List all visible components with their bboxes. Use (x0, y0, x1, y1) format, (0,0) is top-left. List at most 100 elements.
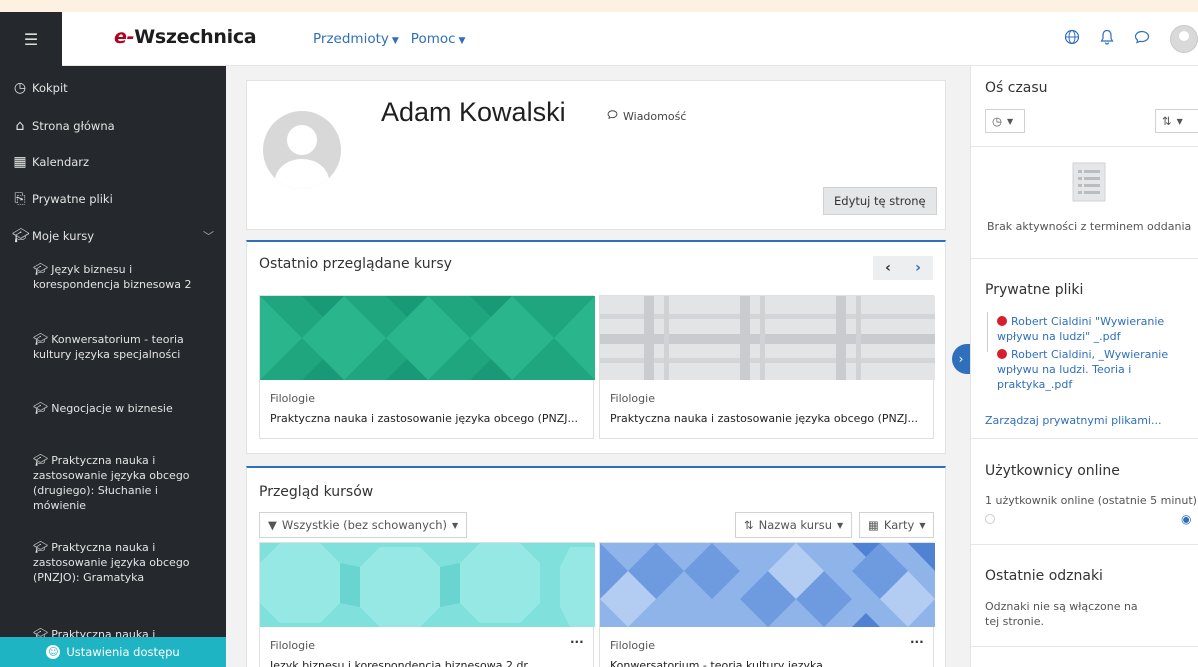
private-files-title: Prywatne pliki (985, 282, 1084, 298)
navbar: ☰ e-Wszechnica Przedmioty ▼ Pomoc ▼ (0, 12, 1198, 66)
course-name: Praktyczna nauka i zastosowanie języka o… (610, 412, 919, 425)
more-options-icon[interactable]: ··· (570, 635, 584, 649)
site-logo[interactable]: e-Wszechnica (114, 26, 257, 48)
menu-subjects[interactable]: Przedmioty ▼ (313, 31, 399, 47)
online-users-text: 1 użytkownik online (ostatnie 5 minut) (985, 494, 1197, 507)
recent-courses-title: Ostatnio przeglądane kursy (259, 256, 452, 272)
gauge-icon: ◷ (13, 80, 27, 96)
nav-dashboard[interactable]: ◷ Kokpit (12, 80, 68, 96)
message-link[interactable]: Wiadomość (607, 109, 686, 123)
course-image (260, 296, 595, 380)
navbar-icons (1064, 25, 1198, 53)
home-icon: ⌂ (15, 118, 25, 134)
sort-icon: ⇅ (1162, 114, 1172, 128)
profile-card: Adam Kowalski Wiadomość Edytuj tę stronę (246, 80, 946, 230)
online-users-title: Użytkownicy online (985, 463, 1120, 479)
divider (971, 646, 1198, 647)
course-overview-title: Przegląd kursów (259, 484, 374, 500)
overview-course-tile-1[interactable]: Filologie ··· Język biznesu i koresponde… (259, 542, 595, 667)
timeline-empty-text: Brak aktywności z terminem oddania (987, 220, 1192, 233)
timeline-title: Oś czasu (985, 80, 1048, 96)
next-arrow-icon[interactable]: › (903, 256, 933, 280)
sort-icon: ⇅ (744, 518, 754, 532)
caret-down-icon: ▼ (391, 36, 399, 46)
sort-dropdown[interactable]: ⇅ Nazwa kursu ▼ (735, 512, 853, 538)
caret-down-icon: ▼ (919, 520, 926, 530)
grid-icon: ▦ (868, 518, 879, 532)
menu-toggle-button[interactable]: ☰ (0, 12, 62, 66)
course-category: Filologie (610, 639, 655, 652)
clock-icon: ◷ (992, 114, 1003, 128)
pdf-file-icon (997, 349, 1007, 359)
chat-bubble-icon (607, 109, 618, 123)
graduation-cap-icon: 🎓︎ (33, 332, 49, 346)
drawer-course-3[interactable]: 🎓︎ Negocjacje w biznesie (33, 401, 213, 416)
overview-course-tile-2[interactable]: Filologie ··· Konwersatorium - teoria ku… (599, 542, 935, 667)
course-category: Filologie (610, 392, 655, 405)
accessibility-settings-button[interactable]: ☺ Ustawienia dostępu (0, 637, 226, 667)
recent-badges-text: Odznaki nie są włączone na tej stronie. (985, 600, 1138, 628)
language-globe-icon[interactable] (1064, 29, 1080, 49)
caret-down-icon: ▼ (452, 520, 459, 530)
nav-calendar[interactable]: ▦ Kalendarz (12, 154, 89, 170)
nav-home[interactable]: ⌂ Strona główna (12, 118, 115, 134)
manage-private-files-link[interactable]: Zarządzaj prywatnymi plikami... (985, 413, 1161, 428)
divider (971, 146, 1198, 147)
course-image (600, 296, 935, 380)
hamburger-icon: ☰ (23, 29, 39, 49)
menu-help[interactable]: Pomoc ▼ (411, 31, 466, 47)
eye-icon[interactable]: ◉ (1181, 512, 1191, 526)
recent-course-tile-1[interactable]: Filologie Praktyczna nauka i zastosowani… (259, 295, 595, 439)
more-options-icon[interactable]: ··· (910, 635, 924, 649)
caret-down-icon: ▼ (1007, 116, 1014, 126)
private-file-1[interactable]: Robert Cialdini "Wywieranie wpływu na lu… (997, 314, 1197, 344)
right-drawer: Oś czasu ◷ ▼ ⇅ ▼ Brak aktywności z termine… (970, 66, 1198, 667)
files-icon: ⎘ (14, 191, 26, 207)
grouping-filter-dropdown[interactable]: ▼ Wszystkie (bez schowanych) ▼ (259, 512, 468, 538)
drawer-course-4[interactable]: 🎓︎ Praktyczna nauka i zastosowanie języka… (33, 453, 213, 513)
course-name: Praktyczna nauka i zastosowanie języka o… (270, 412, 579, 425)
drawer-course-1[interactable]: 🎓︎ Język biznesu i korespondencja bizneso… (33, 262, 213, 292)
divider (971, 258, 1198, 259)
caret-down-icon: ▼ (1176, 116, 1183, 126)
right-drawer-toggle[interactable]: › (952, 344, 970, 374)
tree-line (987, 312, 993, 352)
empty-document-icon (1072, 162, 1106, 205)
course-image (260, 543, 595, 627)
drawer-course-5[interactable]: 🎓︎ Praktyczna nauka i zastosowanie języka… (33, 540, 213, 585)
nav-my-courses[interactable]: 🎓︎ Moje kursy (12, 228, 94, 244)
divider (971, 438, 1198, 439)
prev-arrow-icon[interactable]: ‹ (873, 256, 903, 280)
graduation-cap-icon: 🎓︎ (12, 228, 30, 244)
course-overview-card: Przegląd kursów ▼ Wszystkie (bez schowany… (246, 466, 946, 667)
chevron-right-icon: › (958, 352, 964, 366)
online-user-avatar-icon[interactable] (985, 514, 995, 524)
recent-courses-card: Ostatnio przeglądane kursy ‹ › Filologie… (246, 240, 946, 454)
timeline-sort-filter[interactable]: ⇅ ▼ (1155, 109, 1198, 133)
edit-page-button[interactable]: Edytuj tę stronę (823, 187, 937, 215)
top-strip (0, 0, 1198, 12)
timeline-date-filter[interactable]: ◷ ▼ (985, 109, 1025, 133)
accessibility-icon: ☺ (46, 645, 61, 659)
chat-bubble-icon[interactable] (1134, 29, 1150, 49)
bell-icon[interactable] (1100, 29, 1114, 49)
graduation-cap-icon: 🎓︎ (33, 540, 49, 554)
left-drawer: ◷ Kokpit ⌂ Strona główna ▦ Kalendarz ⎘ Prywa… (0, 66, 226, 667)
profile-avatar (263, 111, 341, 189)
course-category: Filologie (270, 639, 315, 652)
graduation-cap-icon: 🎓︎ (33, 262, 49, 276)
private-file-2[interactable]: Robert Cialdini, _Wywieranie wpływu na l… (997, 347, 1197, 392)
nav-private-files[interactable]: ⎘ Prywatne pliki (12, 191, 112, 207)
course-image (600, 543, 935, 627)
course-category: Filologie (270, 392, 315, 405)
drawer-course-2[interactable]: 🎓︎ Konwersatorium - teoria kultury języka… (33, 332, 213, 362)
chevron-down-icon: ﹀ (203, 230, 214, 243)
user-avatar-icon[interactable] (1170, 25, 1198, 53)
recent-course-tile-2[interactable]: Filologie Praktyczna nauka i zastosowani… (599, 295, 935, 439)
recent-courses-pager: ‹ › (873, 256, 933, 280)
course-name: Konwersatorium - teoria kultury języka .… (610, 659, 837, 667)
graduation-cap-icon: 🎓︎ (33, 453, 49, 467)
view-dropdown[interactable]: ▦ Karty ▼ (859, 512, 935, 538)
graduation-cap-icon: 🎓︎ (33, 401, 49, 415)
divider (971, 544, 1198, 545)
